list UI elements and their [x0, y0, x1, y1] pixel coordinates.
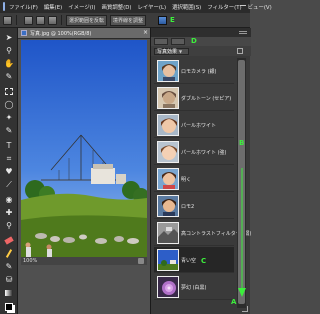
effect-label: パールホワイト	[181, 123, 217, 129]
hand-tool-icon[interactable]: ✋	[3, 58, 15, 69]
effect-thumbnail	[157, 87, 179, 109]
tab-filters[interactable]	[154, 38, 168, 45]
effect-label: ロモ2	[181, 204, 195, 210]
list-item[interactable]: 高コントラストフィルター (弱)	[154, 220, 251, 246]
effect-label: 明く	[181, 177, 192, 183]
list-item[interactable]: 夢幻 (白黒)	[154, 274, 234, 300]
menu-enhance[interactable]: 画質調整(D)	[102, 3, 132, 11]
effect-label: 夢幻 (白黒)	[181, 285, 207, 291]
color-swatches-icon[interactable]	[3, 301, 15, 312]
effect-thumbnail	[157, 249, 179, 271]
list-item[interactable]: 青い空	[154, 247, 234, 273]
tool-bar: ➤ ⚲ ✋ ✎ ◯ ✦ ✎ T ⌗ ♥ ⟋ ◉ ✚ ⚲ ✎ ⛁	[0, 28, 18, 314]
effect-thumbnail	[157, 168, 179, 190]
selection-tool-icon[interactable]	[3, 15, 12, 25]
navigator-icon[interactable]	[138, 258, 144, 264]
effect-thumbnail	[157, 222, 179, 244]
lasso-tool-icon[interactable]: ◯	[3, 99, 15, 110]
list-item[interactable]: ロモカメラ (銀)	[154, 58, 234, 84]
effect-label: 青い空	[181, 258, 197, 264]
filter-row: 写真効果 ▼	[151, 46, 251, 56]
cookie-cutter-icon[interactable]: ♥	[3, 166, 15, 177]
menu-image[interactable]: イメージ(I)	[68, 3, 95, 11]
divider	[16, 15, 17, 25]
effect-thumbnail	[157, 195, 179, 217]
list-item[interactable]: パールホワイト (強)	[154, 139, 234, 165]
divider	[61, 15, 62, 25]
straighten-tool-icon[interactable]: ⟋	[3, 179, 15, 190]
document-tab[interactable]: 写真.jpg @ 100%(RGB/8) ×	[18, 28, 150, 39]
marker-a: A	[231, 298, 237, 306]
effect-label: パールホワイト (強)	[181, 150, 227, 156]
status-bar: 100%	[21, 257, 147, 265]
document-title: 写真.jpg @ 100%(RGB/8)	[30, 30, 92, 37]
menu-layer[interactable]: レイヤー(L)	[137, 3, 166, 11]
effect-thumbnail	[157, 114, 179, 136]
eyedropper-tool-icon[interactable]: ✎	[3, 71, 15, 82]
eraser-tool-icon[interactable]	[3, 235, 15, 246]
scroll-down-arrow-icon	[238, 168, 246, 297]
red-eye-tool-icon[interactable]: ◉	[3, 194, 15, 205]
list-item[interactable]: ロモ2	[154, 193, 234, 219]
effects-list: ロモカメラ (銀) ダブルトーン (セピア) パールホワイト パールホワイト (…	[154, 58, 251, 308]
marker-c: C	[201, 257, 207, 265]
close-icon[interactable]: ×	[143, 29, 148, 36]
gradient-tool-icon[interactable]	[3, 287, 15, 298]
move-tool-icon[interactable]: ➤	[3, 32, 15, 43]
effects-panel: D 写真効果 ▼ ロモカメラ (銀) ダブルトーン (セピア) パールホワイト …	[150, 28, 251, 314]
marquee-tool-icon[interactable]	[3, 86, 15, 97]
refine-edge-button[interactable]: 境界線を調整	[110, 14, 147, 26]
resize-grip-icon[interactable]	[242, 306, 248, 312]
invert-selection-button[interactable]: 選択範囲を反転	[66, 14, 108, 26]
canvas-photo[interactable]	[21, 40, 147, 257]
category-value: 写真効果	[157, 48, 178, 55]
magic-wand-icon[interactable]: ✦	[3, 112, 15, 123]
document-window: 写真.jpg @ 100%(RGB/8) × 100%	[18, 28, 150, 314]
category-select[interactable]: 写真効果 ▼	[154, 47, 190, 55]
list-item[interactable]: ダブルトーン (セピア)	[154, 85, 234, 111]
marker-d: D	[191, 37, 197, 45]
zoom-level[interactable]: 100%	[23, 258, 37, 264]
type-tool-icon[interactable]: T	[3, 140, 15, 151]
marker-e: E	[170, 16, 175, 24]
quick-selection-icon[interactable]: ✎	[3, 125, 15, 136]
add-selection-icon[interactable]	[36, 15, 45, 25]
paint-bucket-icon[interactable]: ⛁	[3, 274, 15, 285]
menu-view[interactable]: ビュー(V)	[248, 3, 272, 11]
minimize-icon[interactable]	[240, 5, 246, 6]
app-logo-icon	[3, 2, 5, 11]
chevron-down-icon: ▼	[179, 48, 183, 54]
pencil-tool-icon[interactable]	[3, 248, 15, 259]
menu-file[interactable]: ファイル(F)	[9, 3, 38, 11]
list-item[interactable]: 明く	[154, 166, 234, 192]
new-selection-icon[interactable]	[24, 15, 33, 25]
workspace-icon[interactable]	[158, 16, 167, 25]
effect-label: ロモカメラ (銀)	[181, 69, 217, 75]
panel-menu-icon[interactable]	[239, 31, 247, 32]
subtract-selection-icon[interactable]	[48, 15, 57, 25]
zoom-tool-icon[interactable]: ⚲	[3, 45, 15, 56]
effect-thumbnail	[157, 141, 179, 163]
menu-edit[interactable]: 編集(E)	[44, 3, 62, 11]
menu-bar: ファイル(F) 編集(E) イメージ(I) 画質調整(D) レイヤー(L) 選択…	[0, 0, 272, 13]
marker-b: B	[239, 139, 245, 147]
tab-layer-styles[interactable]	[171, 38, 185, 45]
brush-tool-icon[interactable]: ✎	[3, 261, 15, 272]
options-bar: 選択範囲を反転 境界線を調整 E	[0, 13, 250, 28]
crop-tool-icon[interactable]: ⌗	[3, 153, 15, 164]
panel-header[interactable]	[151, 28, 251, 37]
image-file-icon	[21, 30, 27, 36]
effect-label: ダブルトーン (セピア)	[181, 96, 232, 102]
healing-brush-icon[interactable]: ✚	[3, 207, 15, 218]
effect-thumbnail	[157, 60, 179, 82]
menu-select[interactable]: 選択範囲(S)	[172, 3, 201, 11]
effect-thumbnail	[157, 276, 179, 298]
menu-filter[interactable]: フィルター(T)	[207, 3, 241, 11]
list-options-icon[interactable]	[237, 48, 243, 54]
list-item[interactable]: パールホワイト	[154, 112, 234, 138]
panel-tabs: D	[151, 37, 251, 46]
clone-stamp-icon[interactable]: ⚲	[3, 220, 15, 231]
